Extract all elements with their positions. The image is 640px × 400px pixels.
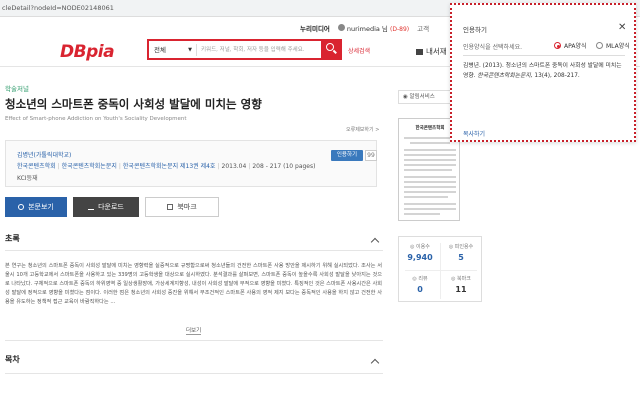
toc-title: 목차 [5,355,20,364]
popup-title: 인용하기 [463,26,487,34]
view-fulltext-button[interactable]: 본문보기 [5,197,67,217]
stat-views: ◎ 이용수 9,940 [400,243,440,262]
thumb-line [404,149,456,151]
stats-divider [405,270,477,271]
library-icon [416,49,423,55]
more-link[interactable]: 더보기 [186,326,202,335]
thumbnail-title: 한국콘텐츠학회 [415,126,445,131]
thumb-line [404,213,440,215]
stat-value: 0 [417,285,423,294]
article-subtitle: Effect of Smart-phone Addiction on Youth… [5,116,187,122]
user-icon [337,24,345,31]
thumb-line [404,164,456,166]
section-divider [5,340,383,341]
mla-label: MLA양식 [606,43,630,50]
thumb-line [404,159,456,161]
action-buttons: 본문보기 다운로드 북마크 [5,197,219,217]
thumb-line [404,203,456,205]
search-scope-select[interactable]: 전체 ▼ [151,44,197,56]
citation-tail: 13(4), 208-217. [532,72,580,79]
stat-value: 9,940 [407,253,433,262]
publisher-link[interactable]: 한국콘텐츠학회 [17,163,56,170]
thumb-line [404,169,452,171]
article-meta: 김병년(가톨릭대학교) 한국콘텐츠학회 | 한국콘텐츠학회논문지 | 한국콘텐츠학회논문… [5,140,377,187]
section-divider [5,373,383,374]
cite-button[interactable]: 인용하기 [331,150,363,161]
report-error-link[interactable]: 오류제보하기 > [346,126,379,133]
thumb-line [404,186,456,188]
search-icon [18,204,25,210]
thumb-line [404,154,456,156]
publication-info: 한국콘텐츠학회 | 한국콘텐츠학회논문지 | 한국콘텐츠학회논문지 제13권 제4호 | 2… [17,163,316,170]
journal-link[interactable]: 한국콘텐츠학회논문지 [62,163,117,170]
author-link[interactable]: 김병년(가톨릭대학교) [17,150,71,159]
thumb-line [404,176,456,178]
search-icon [326,43,334,51]
thumb-line [404,208,456,210]
stat-reviews[interactable]: ◎ 리뷰 0 [400,275,440,294]
stat-label: ◎ 리뷰 [412,276,428,282]
stat-label: ◎ 이용수 [410,244,430,250]
stat-value: 11 [455,285,467,294]
download-button[interactable]: 다운로드 [73,197,139,217]
nav-etc-link[interactable]: 고객 [417,23,429,33]
quote-button[interactable]: 99 [365,150,377,161]
style-prompt: 인용양식을 선택하세요. [463,44,523,51]
url-text: cleDetail?nodeId=NODE02148061 [2,4,114,12]
article-title: 청소년의 스마트폰 중독이 사회성 발달에 미치는 영향 [5,97,262,111]
chevron-up-icon[interactable] [370,358,380,368]
stat-label: ◎ 북마크 [451,276,471,282]
close-icon[interactable]: ✕ [618,22,626,33]
pub-date: 2013.04 [221,163,247,170]
mla-radio[interactable]: MLA양식 [596,41,630,50]
thumb-line [410,142,450,144]
copy-button[interactable]: 복사하기 [463,129,485,138]
stat-label: ◎ 피인용수 [448,244,474,250]
search-button[interactable] [321,39,342,60]
points-badge: (D-89) [390,26,410,33]
stats-panel: ◎ 이용수 9,940 ◎ 피인용수 5 ◎ 리뷰 0 ◎ 북마크 11 [398,236,482,302]
bookmark-icon [167,204,174,210]
bookmark-label: 북마크 [177,203,197,211]
radio-selected-icon [554,42,561,49]
download-label: 다운로드 [98,203,124,211]
stat-citations[interactable]: ◎ 피인용수 5 [441,243,481,262]
detail-search-link[interactable]: 상세검색 [348,46,370,55]
chevron-down-icon: ▼ [188,47,192,53]
nav-brand-link[interactable]: 누리미디어 [300,23,330,33]
chevron-up-icon[interactable] [370,237,380,247]
my-library-label: 내서재 [426,47,447,56]
user-name: nurimedia 님 [346,25,388,33]
stat-value: 5 [458,253,464,262]
search-bar: 전체 ▼ 키워드, 저널, 학회, 저자 등을 입력해 주세요. [147,39,342,60]
bookmark-button[interactable]: 북마크 [145,197,219,217]
citation-journal: 한국콘텐츠학회논문지, [477,72,533,79]
issue-link[interactable]: 한국콘텐츠학회논문지 제13권 제4호 [123,163,216,170]
apa-radio[interactable]: APA양식 [554,41,586,50]
thumb-line [404,196,448,198]
user-menu[interactable]: nurimedia 님 (D-89) [337,23,410,33]
popup-divider [463,55,625,56]
article-kind: 학술저널 [5,85,29,93]
top-nav: 누리미디어 nurimedia 님 (D-89) 고객 [300,22,429,34]
kci-badge: KCI등재 [17,175,38,182]
thumb-line [404,181,456,183]
apa-label: APA양식 [564,43,587,50]
citation-text: 김병년. (2013). 청소년의 스마트폰 중독이 사회성 발달에 미치는 영… [463,62,625,81]
view-label: 본문보기 [28,203,54,211]
abstract-text: 본 연구는 청소년의 스마트폰 중독이 사회성 발달에 미치는 영향력을 실증적… [5,263,382,305]
search-scope-label: 전체 [154,46,166,54]
citation-popup: 인용하기 ✕ 인용양식을 선택하세요. APA양식 MLA양식 김병년. (20… [450,3,636,142]
thumb-line [404,191,456,193]
section-divider [5,250,383,251]
stat-bookmarks: ◎ 북마크 11 [441,275,481,294]
thumb-line [404,137,456,139]
my-library-link[interactable]: 내서재 [416,46,447,57]
search-input[interactable]: 키워드, 저널, 학회, 저자 등을 입력해 주세요. [201,45,305,53]
pages-info: 208 - 217 (10 pages) [252,163,316,170]
download-icon [88,204,95,210]
radio-icon [596,42,603,49]
abstract-title: 초록 [5,234,20,243]
site-logo[interactable]: DBpia [60,42,115,62]
